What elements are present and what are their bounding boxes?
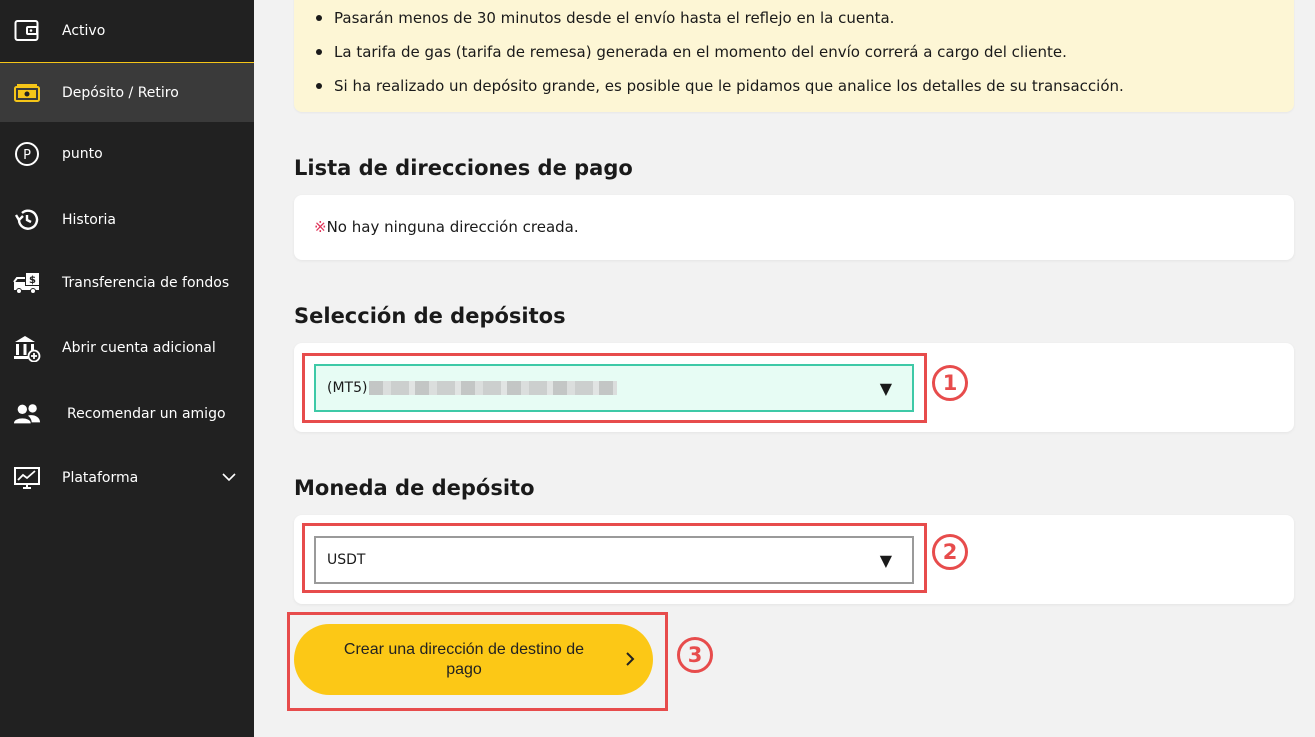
- sidebar-item-label: Recomendar un amigo: [67, 406, 226, 422]
- sidebar-item-activo[interactable]: Activo: [0, 0, 254, 62]
- notice-item: Si ha realizado un depósito grande, es p…: [314, 72, 1124, 106]
- sidebar-item-historia[interactable]: Historia: [0, 192, 254, 248]
- sidebar-item-label: Transferencia de fondos: [62, 275, 230, 291]
- sidebar-item-deposito-retiro[interactable]: Depósito / Retiro: [0, 63, 254, 122]
- deposit-account-select[interactable]: (MT5) ▼: [314, 364, 914, 412]
- monitor-chart-icon: [13, 464, 41, 492]
- sidebar-item-abrir-cuenta[interactable]: Abrir cuenta adicional: [0, 320, 254, 376]
- sidebar-item-label: Historia: [62, 212, 116, 228]
- empty-message: No hay ninguna dirección creada.: [326, 218, 579, 236]
- svg-text:$: $: [29, 275, 36, 286]
- sidebar-item-transferencia[interactable]: $ Transferencia de fondos: [0, 255, 254, 311]
- sidebar: Activo Depósito / Retiro P punto Histori…: [0, 0, 254, 737]
- notice-item: Pasarán menos de 30 minutos desde el env…: [314, 4, 1124, 38]
- deposit-account-value: (MT5): [327, 380, 618, 396]
- sidebar-item-punto[interactable]: P punto: [0, 126, 254, 182]
- addresses-empty-text: ※No hay ninguna dirección creada.: [314, 218, 579, 236]
- step-marker-3: 3: [677, 637, 713, 673]
- deposit-currency-select[interactable]: USDT ▼: [314, 536, 914, 584]
- cash-icon: [13, 79, 41, 107]
- sidebar-item-plataforma[interactable]: Plataforma: [0, 450, 254, 506]
- svg-text:P: P: [23, 148, 31, 163]
- addresses-title: Lista de direcciones de pago: [294, 156, 633, 180]
- point-icon: P: [13, 140, 41, 168]
- step-marker-1: 1: [932, 365, 968, 401]
- create-address-button[interactable]: Crear una dirección de destino de pago: [294, 624, 653, 695]
- sidebar-item-label: punto: [62, 146, 103, 162]
- sidebar-item-label: Activo: [62, 23, 106, 39]
- step-marker-2: 2: [932, 534, 968, 570]
- redacted-account: [369, 381, 618, 395]
- note-mark: ※: [314, 218, 327, 236]
- notice-box: Pasarán menos de 30 minutos desde el env…: [294, 0, 1294, 112]
- addresses-card: ※No hay ninguna dirección creada.: [294, 195, 1294, 260]
- chevron-down-icon[interactable]: [222, 470, 236, 486]
- notice-list: Pasarán menos de 30 minutos desde el env…: [314, 4, 1124, 106]
- history-icon: [13, 206, 41, 234]
- bank-add-icon: [13, 334, 41, 362]
- dropdown-arrow-icon: ▼: [879, 378, 892, 398]
- deposit-selection-title: Selección de depósitos: [294, 304, 566, 328]
- sidebar-item-recomendar[interactable]: Recomendar un amigo: [0, 386, 254, 442]
- sidebar-item-label: Plataforma: [62, 470, 139, 486]
- sidebar-item-label: Depósito / Retiro: [62, 84, 179, 101]
- users-icon: [13, 400, 41, 428]
- deposit-currency-title: Moneda de depósito: [294, 476, 535, 500]
- transfer-truck-icon: $: [13, 269, 41, 297]
- deposit-currency-value: USDT: [327, 552, 366, 568]
- chevron-right-icon: [621, 650, 639, 668]
- create-address-label: Crear una dirección de destino de pago: [343, 641, 585, 678]
- wallet-icon: [13, 17, 41, 45]
- notice-item: La tarifa de gas (tarifa de remesa) gene…: [314, 38, 1124, 72]
- sidebar-item-label: Abrir cuenta adicional: [62, 340, 216, 356]
- dropdown-arrow-icon: ▼: [879, 550, 892, 570]
